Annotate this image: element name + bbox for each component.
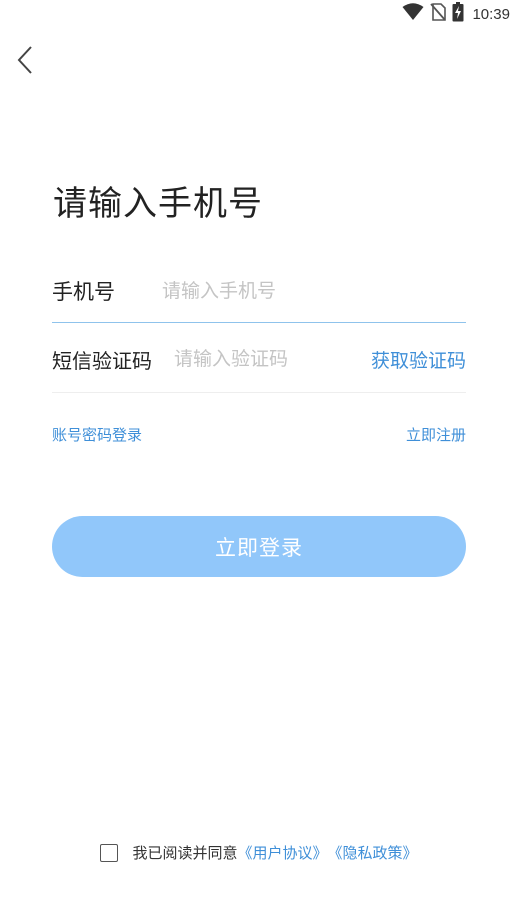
chevron-left-icon: [16, 45, 34, 79]
battery-charging-icon: [452, 2, 464, 26]
code-input[interactable]: [174, 348, 371, 370]
agreement-text: 我已阅读并同意: [132, 844, 238, 862]
no-sim-icon: [430, 3, 447, 25]
phone-input[interactable]: [162, 280, 466, 302]
phone-label: 手机号: [52, 280, 115, 304]
status-bar: 10:39: [0, 0, 518, 28]
code-row: 短信验证码 获取验证码: [52, 326, 466, 393]
links-row: 账号密码登录 立即注册: [52, 424, 466, 445]
register-link[interactable]: 立即注册: [406, 424, 466, 445]
agreement-checkbox[interactable]: [100, 843, 119, 862]
wifi-icon: [402, 3, 424, 25]
user-agreement-link[interactable]: 《用户协议》: [237, 842, 327, 863]
code-label: 短信验证码: [52, 348, 152, 373]
password-login-link[interactable]: 账号密码登录: [52, 424, 142, 445]
page-title: 请输入手机号: [53, 184, 263, 224]
back-button[interactable]: [10, 44, 40, 80]
privacy-policy-link[interactable]: 《隐私政策》: [328, 842, 418, 863]
status-time: 10:39: [472, 5, 510, 23]
login-button[interactable]: 立即登录: [52, 516, 466, 577]
status-icons: 10:39: [402, 2, 510, 26]
get-code-button[interactable]: 获取验证码: [371, 346, 466, 373]
agreement-row: 我已阅读并同意 《用户协议》 《隐私政策》: [0, 842, 518, 863]
phone-row: 手机号: [52, 260, 466, 323]
